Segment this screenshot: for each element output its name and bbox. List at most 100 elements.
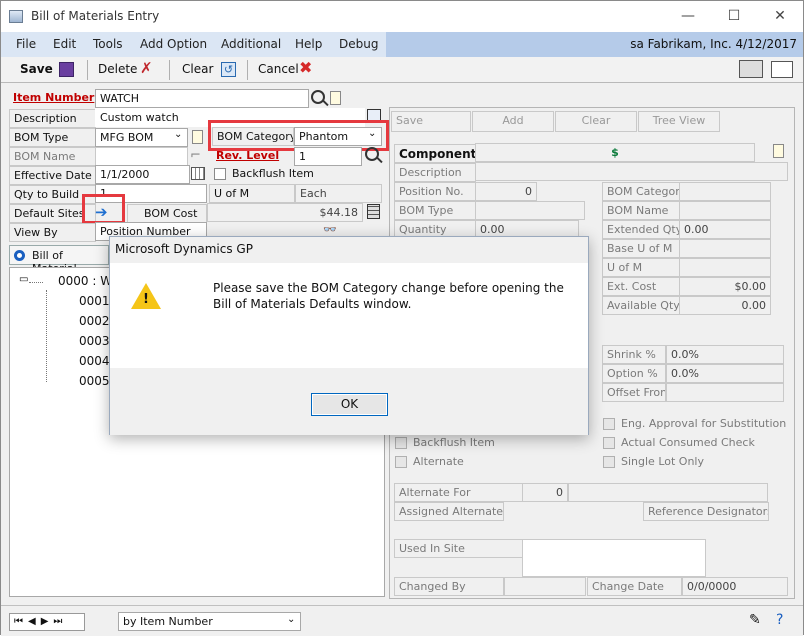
sort-by-select[interactable]: by Item Number xyxy=(118,612,301,631)
actual-consumed-checkbox[interactable] xyxy=(603,437,615,449)
print-icon[interactable] xyxy=(739,60,763,78)
component-note-icon[interactable] xyxy=(773,144,784,158)
menu-add-option[interactable]: Add Option xyxy=(140,37,207,51)
effective-date-field[interactable]: 1/1/2000 xyxy=(95,165,190,184)
bom-name-field[interactable] xyxy=(95,147,188,166)
used-in-site-label: Used In Site xyxy=(394,539,523,558)
menu-tools[interactable]: Tools xyxy=(93,37,123,51)
component-bom-category-field[interactable] xyxy=(679,182,771,201)
save-icon[interactable] xyxy=(59,62,74,77)
save-button[interactable]: Save xyxy=(20,62,53,76)
note-icon[interactable]: ✎ xyxy=(749,612,761,628)
used-in-site-list[interactable] xyxy=(522,539,706,577)
dialog-message: Please save the BOM Category change befo… xyxy=(213,281,564,311)
component-field[interactable]: $ xyxy=(475,143,755,162)
item-number-field[interactable]: WATCH xyxy=(95,89,309,108)
component-bom-type-field[interactable] xyxy=(475,201,585,220)
tree-view-button[interactable]: Tree View xyxy=(638,111,720,132)
clear-icon[interactable]: ↺ xyxy=(221,62,236,77)
item-note-icon[interactable] xyxy=(330,91,341,105)
option-field[interactable]: 0.0% xyxy=(666,364,784,383)
toolbar: Save Delete ✗ Clear ↺ Cancel ✖ xyxy=(1,57,803,83)
component-save-button[interactable]: Save xyxy=(391,111,471,132)
delete-button[interactable]: Delete xyxy=(98,62,137,76)
shrink-field[interactable]: 0.0% xyxy=(666,345,784,364)
bom-name-label: BOM Name xyxy=(9,147,96,166)
menu-additional[interactable]: Additional xyxy=(221,37,281,51)
component-uofm-field[interactable] xyxy=(679,258,771,277)
component-bom-name-field[interactable] xyxy=(679,201,771,220)
eng-approval-checkbox[interactable] xyxy=(603,418,615,430)
alternate-for-label: Alternate For xyxy=(394,483,523,502)
ext-cost-label: Ext. Cost xyxy=(602,277,680,296)
menu-help[interactable]: Help xyxy=(295,37,322,51)
bom-type-label: BOM Type xyxy=(9,128,96,147)
dialog-footer: OK xyxy=(110,368,588,435)
menu-bar: File Edit Tools Add Option Additional He… xyxy=(1,32,803,57)
window-layout-icon[interactable] xyxy=(771,61,793,78)
clear-button[interactable]: Clear xyxy=(182,62,213,76)
changed-by-label: Changed By xyxy=(394,577,504,596)
ok-button[interactable]: OK xyxy=(311,393,388,416)
maximize-button[interactable]: ☐ xyxy=(711,1,757,32)
close-button[interactable]: ✕ xyxy=(757,1,803,32)
minimize-button[interactable]: — xyxy=(665,1,711,32)
help-icon[interactable]: ? xyxy=(776,612,783,628)
cancel-icon[interactable]: ✖ xyxy=(299,58,312,77)
menu-debug[interactable]: Debug xyxy=(339,37,378,51)
binoculars-icon[interactable]: 👓 xyxy=(323,223,337,236)
base-uofm-label: Base U of M xyxy=(602,239,680,258)
bom-cost-label: BOM Cost xyxy=(127,204,207,223)
base-uofm-field[interactable] xyxy=(679,239,771,258)
record-navigation[interactable]: ⏮◀▶⏭ xyxy=(9,613,85,631)
description-label: Description xyxy=(9,109,96,128)
delete-icon[interactable]: ✗ xyxy=(140,59,153,77)
component-description-field[interactable] xyxy=(475,162,788,181)
position-no-label: Position No. xyxy=(394,182,476,201)
backflush-item-checkbox[interactable] xyxy=(214,168,226,180)
calendar-icon[interactable] xyxy=(191,167,205,180)
title-bar: Bill of Materials Entry — ☐ ✕ xyxy=(1,1,803,32)
menu-edit[interactable]: Edit xyxy=(53,37,76,51)
item-number-label[interactable]: Item Number xyxy=(9,89,96,108)
position-no-field[interactable]: 0 xyxy=(475,182,537,201)
available-qty-field: 0.00 xyxy=(679,296,771,315)
uofm-field[interactable]: Each xyxy=(295,184,382,203)
single-lot-checkbox[interactable] xyxy=(603,456,615,468)
available-qty-label: Available Qty. xyxy=(602,296,680,315)
bom-entry-window: Bill of Materials Entry — ☐ ✕ File Edit … xyxy=(0,0,804,636)
change-date-label: Change Date xyxy=(587,577,682,596)
component-clear-button[interactable]: Clear xyxy=(555,111,637,132)
bom-name-lookup-icon[interactable]: ⌐ xyxy=(190,148,202,164)
extended-qty-field[interactable]: 0.00 xyxy=(679,220,771,239)
offset-from-select[interactable] xyxy=(666,383,784,402)
cancel-button[interactable]: Cancel xyxy=(258,62,299,76)
item-lookup-icon[interactable] xyxy=(311,90,325,104)
alternate-checkbox[interactable] xyxy=(395,456,407,468)
window-title: Bill of Materials Entry xyxy=(31,9,160,23)
bom-cost-field: $44.18 xyxy=(207,203,363,222)
radio-selected-icon xyxy=(14,250,25,261)
option-label: Option % xyxy=(602,364,666,383)
rev-level-field[interactable]: 1 xyxy=(294,147,362,166)
component-uofm-label: U of M xyxy=(602,258,680,277)
bom-tab[interactable]: Bill of Material xyxy=(9,245,109,275)
rev-level-lookup-icon[interactable] xyxy=(365,147,379,161)
user-company-date: sa Fabrikam, Inc. 4/12/2017 xyxy=(386,32,803,57)
rev-level-label[interactable]: Rev. Level xyxy=(212,147,294,166)
menu-file[interactable]: File xyxy=(16,37,36,51)
calculator-icon[interactable] xyxy=(367,204,380,219)
eng-approval-label: Eng. Approval for Substitution xyxy=(621,417,787,430)
toolbar-separator xyxy=(87,60,88,80)
component-add-button[interactable]: Add xyxy=(472,111,554,132)
component-bom-type-label: BOM Type xyxy=(394,201,476,220)
changed-by-field xyxy=(504,577,586,596)
default-sites-highlight xyxy=(82,194,125,224)
bom-type-note-icon[interactable] xyxy=(192,130,203,144)
alternate-label: Alternate xyxy=(413,455,464,468)
dialog-body: ! Please save the BOM Category change be… xyxy=(110,263,588,368)
tree-collapse-icon[interactable]: ▭ xyxy=(19,274,28,285)
shrink-label: Shrink % xyxy=(602,345,666,364)
alternate-for-field[interactable]: 0 xyxy=(522,483,568,502)
component-backflush-checkbox[interactable] xyxy=(395,437,407,449)
